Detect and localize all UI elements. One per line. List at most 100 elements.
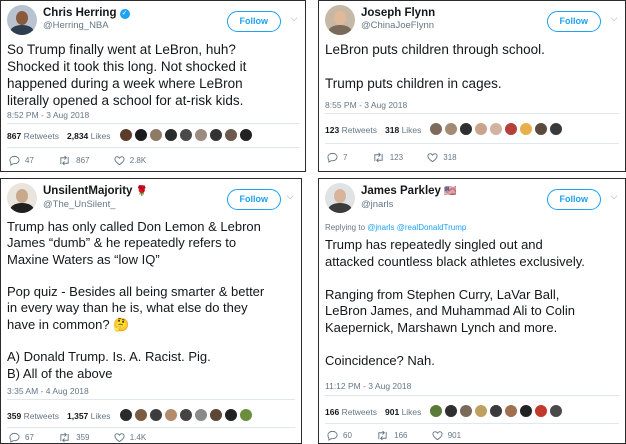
tweet-timestamp[interactable]: 11:12 PM - 3 Aug 2018 — [325, 381, 411, 391]
follow-button[interactable]: Follow — [226, 11, 281, 32]
reply-button[interactable]: 47 — [9, 154, 34, 168]
avatar[interactable] — [444, 404, 459, 418]
retweet-button[interactable]: 359 — [58, 431, 90, 443]
avatar[interactable] — [118, 408, 133, 422]
avatar[interactable] — [7, 183, 37, 213]
avatar[interactable] — [534, 404, 549, 418]
avatar[interactable] — [519, 404, 534, 418]
user-handle[interactable]: @jnarls — [361, 199, 456, 211]
avatar[interactable] — [504, 404, 519, 418]
tweet-actions: 67 359 1.4K — [9, 431, 293, 443]
avatar[interactable] — [459, 404, 474, 418]
avatar[interactable] — [7, 5, 37, 35]
chevron-down-icon[interactable]: ⌵ — [609, 191, 619, 201]
avatar[interactable] — [118, 128, 133, 142]
avatar[interactable] — [238, 408, 253, 422]
avatar[interactable] — [163, 128, 178, 142]
divider — [7, 427, 295, 428]
reply-icon — [327, 430, 338, 441]
tweet-text: Trump has only called Don Lemon & Lebron… — [7, 219, 265, 381]
display-name[interactable]: Joseph Flynn — [361, 6, 435, 20]
avatar[interactable] — [459, 122, 474, 136]
avatar[interactable] — [519, 122, 534, 136]
avatar[interactable] — [429, 122, 444, 136]
display-name-text[interactable]: Joseph Flynn — [361, 7, 435, 19]
avatar[interactable] — [193, 128, 208, 142]
retweet-button[interactable]: 123 — [372, 151, 403, 165]
user-handle[interactable]: @The_UnSilent_ — [43, 199, 148, 211]
like-button[interactable]: 2.8K — [114, 154, 146, 168]
like-button[interactable]: 901 — [432, 429, 461, 443]
retweets-label: Retweets — [23, 131, 59, 141]
avatar[interactable] — [133, 128, 148, 142]
avatar[interactable] — [238, 128, 253, 142]
likes-stat[interactable]: 1,357 Likes — [67, 405, 111, 427]
retweets-stat[interactable]: 867 Retweets — [7, 125, 59, 147]
avatar[interactable] — [163, 408, 178, 422]
reply-count: 67 — [25, 433, 34, 442]
display-name-text[interactable]: James Parkley — [361, 185, 441, 197]
avatar[interactable] — [325, 183, 355, 213]
avatar[interactable] — [474, 122, 489, 136]
retweet-button[interactable]: 867 — [58, 154, 90, 168]
reply-icon — [9, 155, 20, 166]
likes-stat[interactable]: 318 Likes — [385, 119, 421, 141]
follow-button[interactable]: Follow — [226, 189, 281, 210]
avatar[interactable] — [208, 128, 223, 142]
avatar[interactable] — [444, 122, 459, 136]
reply-button[interactable]: 60 — [327, 429, 352, 443]
avatar[interactable] — [504, 122, 519, 136]
retweets-count: 166 — [325, 407, 340, 417]
tweet-header: Joseph Flynn @ChinaJoeFlynn Follow ⌵ — [325, 5, 619, 39]
avatar[interactable] — [549, 122, 564, 136]
avatar[interactable] — [325, 5, 355, 35]
divider — [325, 395, 619, 396]
reply-icon — [9, 432, 20, 443]
avatar[interactable] — [489, 404, 504, 418]
retweets-count: 359 — [7, 411, 22, 421]
tweet-timestamp[interactable]: 8:55 PM - 3 Aug 2018 — [325, 100, 407, 110]
user-handle[interactable]: @ChinaJoeFlynn — [361, 20, 435, 32]
user-handle[interactable]: @Herring_NBA — [43, 20, 130, 32]
chevron-down-icon[interactable]: ⌵ — [285, 191, 295, 201]
avatar[interactable] — [223, 408, 238, 422]
avatar[interactable] — [223, 128, 238, 142]
retweet-button[interactable]: 166 — [376, 429, 408, 443]
avatar[interactable] — [208, 408, 223, 422]
chevron-down-icon[interactable]: ⌵ — [289, 13, 299, 23]
follow-button[interactable]: Follow — [546, 11, 601, 32]
follow-button[interactable]: Follow — [546, 189, 601, 210]
reply-button[interactable]: 7 — [327, 151, 347, 165]
display-name-text[interactable]: Chris Herring — [43, 7, 117, 19]
display-name[interactable]: UnsilentMajority 🌹 — [43, 184, 148, 199]
avatar[interactable] — [549, 404, 564, 418]
replying-to-link[interactable]: @jnarls @realDonaldTrump — [367, 223, 466, 232]
avatar[interactable] — [193, 408, 208, 422]
like-button[interactable]: 318 — [427, 151, 457, 165]
retweets-stat[interactable]: 359 Retweets — [7, 405, 59, 427]
display-name-text[interactable]: UnsilentMajority — [43, 185, 132, 197]
retweets-stat[interactable]: 166 Retweets — [325, 401, 377, 423]
avatar[interactable] — [148, 408, 163, 422]
avatar[interactable] — [489, 122, 504, 136]
likes-stat[interactable]: 901 Likes — [385, 401, 421, 423]
display-name[interactable]: Chris Herring ✓ — [43, 6, 130, 20]
avatar[interactable] — [148, 128, 163, 142]
likes-stat[interactable]: 2,834 Likes — [67, 125, 111, 147]
retweet-count: 123 — [389, 153, 404, 162]
retweets-stat[interactable]: 123 Retweets — [325, 119, 377, 141]
avatar[interactable] — [178, 128, 193, 142]
avatar[interactable] — [534, 122, 549, 136]
tweet-card: Chris Herring ✓ @Herring_NBA Follow ⌵ So … — [0, 0, 306, 172]
avatar[interactable] — [429, 404, 444, 418]
like-button[interactable]: 1.4K — [114, 431, 146, 443]
avatar[interactable] — [133, 408, 148, 422]
reply-button[interactable]: 67 — [9, 431, 34, 443]
tweet-timestamp[interactable]: 3:35 AM - 4 Aug 2018 — [7, 386, 89, 396]
display-name[interactable]: James Parkley 🇺🇸 — [361, 184, 456, 199]
chevron-down-icon[interactable]: ⌵ — [609, 13, 619, 23]
avatar[interactable] — [474, 404, 489, 418]
likes-label: Likes — [401, 407, 422, 417]
tweet-timestamp[interactable]: 8:52 PM - 3 Aug 2018 — [7, 110, 89, 120]
avatar[interactable] — [178, 408, 193, 422]
